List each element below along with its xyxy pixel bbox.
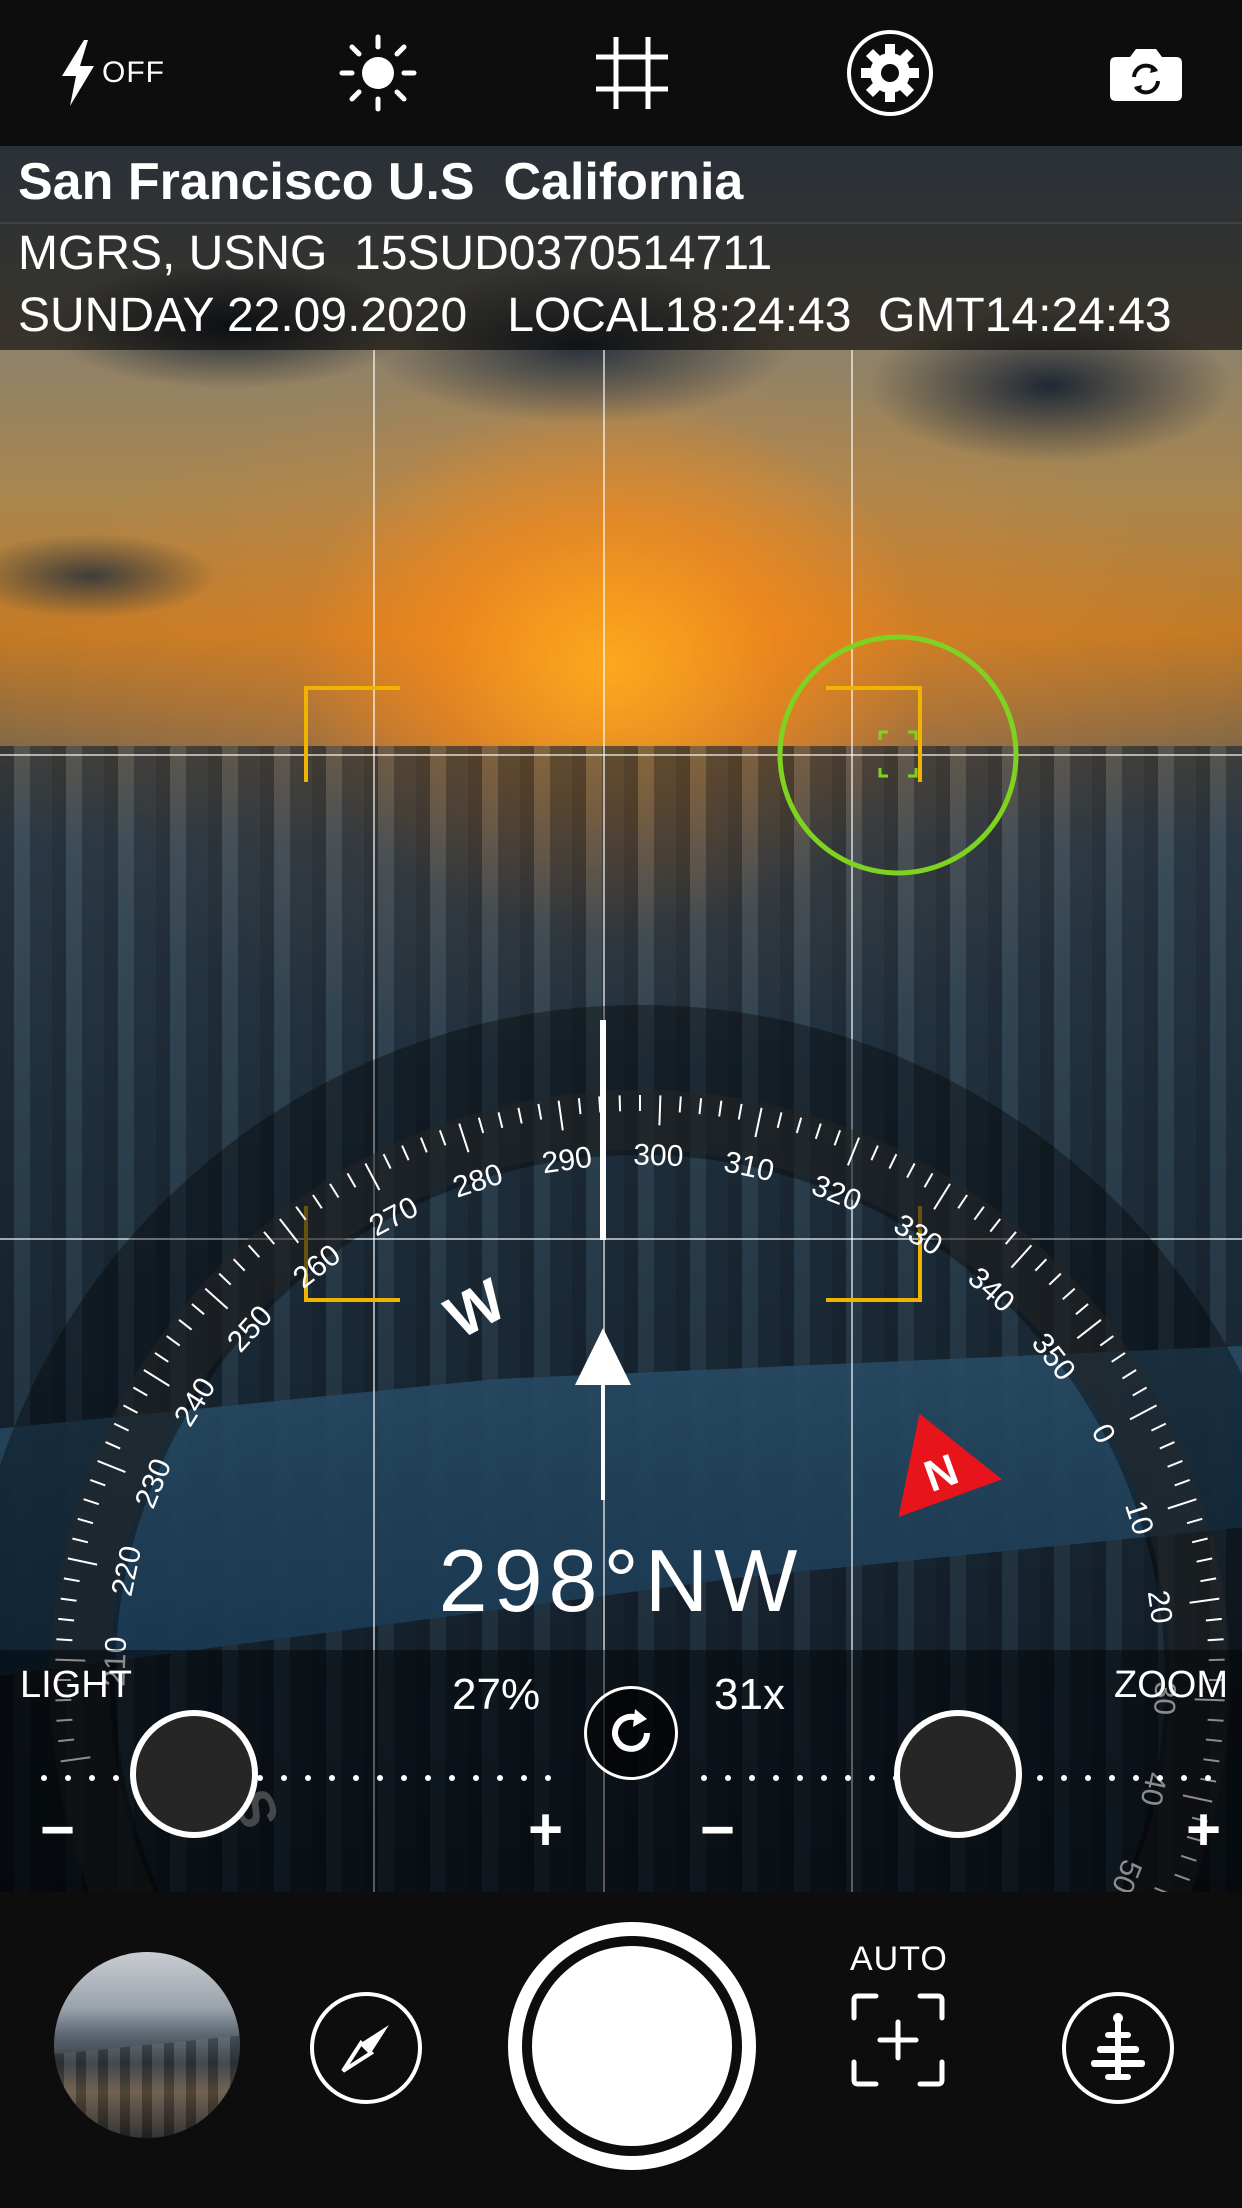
heading-pointer-icon bbox=[575, 1328, 631, 1385]
slider-dot bbox=[1109, 1775, 1115, 1781]
compass-tick bbox=[56, 1638, 73, 1642]
slider-dot bbox=[473, 1775, 479, 1781]
slider-dot bbox=[353, 1775, 359, 1781]
light-label: LIGHT bbox=[20, 1664, 132, 1706]
slider-dot bbox=[545, 1775, 551, 1781]
slider-dot bbox=[401, 1775, 407, 1781]
slider-dot bbox=[41, 1775, 47, 1781]
focus-ring bbox=[777, 634, 1019, 876]
light-plus[interactable]: + bbox=[528, 1800, 563, 1860]
zoom-value: 31x bbox=[714, 1670, 785, 1719]
compass-tick bbox=[658, 1095, 662, 1126]
compass-toggle-button[interactable] bbox=[310, 1992, 422, 2104]
compass-tick bbox=[1207, 1638, 1224, 1642]
slider-dot bbox=[377, 1775, 383, 1781]
light-minus[interactable]: − bbox=[40, 1800, 75, 1860]
level-button[interactable] bbox=[1062, 1992, 1174, 2104]
bottom-toolbar: AUTO bbox=[0, 1892, 1242, 2208]
compass-tick bbox=[678, 1096, 682, 1113]
slider-dot bbox=[1037, 1775, 1043, 1781]
auto-focus-label: AUTO bbox=[850, 1940, 948, 1978]
west-label: W bbox=[435, 1266, 517, 1352]
shutter-button[interactable] bbox=[508, 1922, 756, 2170]
heading-direction: °NW bbox=[603, 1531, 804, 1630]
reset-icon bbox=[612, 1709, 650, 1752]
north-marker-icon: N bbox=[898, 1413, 1002, 1518]
compass-needle-icon bbox=[341, 2025, 389, 2073]
slider-dot bbox=[701, 1775, 707, 1781]
zoom-plus[interactable]: + bbox=[1186, 1800, 1221, 1860]
slider-dot bbox=[281, 1775, 287, 1781]
slider-dot bbox=[749, 1775, 755, 1781]
slider-dot bbox=[497, 1775, 503, 1781]
slider-dot bbox=[1205, 1775, 1211, 1781]
auto-focus-button[interactable] bbox=[850, 1992, 946, 2088]
zoom-label: ZOOM bbox=[1114, 1664, 1228, 1706]
heading-readout: 298°NW bbox=[0, 1530, 1242, 1632]
slider-dot bbox=[1061, 1775, 1067, 1781]
slider-dot bbox=[425, 1775, 431, 1781]
light-slider-track bbox=[41, 1775, 551, 1781]
slider-dot bbox=[1181, 1775, 1187, 1781]
slider-dot bbox=[797, 1775, 803, 1781]
slider-dot bbox=[845, 1775, 851, 1781]
slider-dot bbox=[113, 1775, 119, 1781]
slider-dot bbox=[329, 1775, 335, 1781]
slider-dot bbox=[89, 1775, 95, 1781]
slider-dot bbox=[305, 1775, 311, 1781]
shutter-ring bbox=[522, 1936, 742, 2156]
reset-button[interactable] bbox=[584, 1686, 678, 1780]
slider-dot bbox=[449, 1775, 455, 1781]
zoom-minus[interactable]: − bbox=[700, 1800, 735, 1860]
spirit-level-icon bbox=[1091, 2013, 1145, 2080]
compass-tick bbox=[618, 1095, 622, 1112]
slider-dot bbox=[869, 1775, 875, 1781]
slider-panel: LIGHT 27% 31x ZOOM − + − + bbox=[0, 1650, 1242, 1892]
slider-dot bbox=[821, 1775, 827, 1781]
zoom-slider-knob[interactable] bbox=[894, 1710, 1022, 1838]
focus-frame-icon bbox=[851, 1993, 945, 2087]
slider-dot bbox=[773, 1775, 779, 1781]
shutter-core bbox=[532, 1946, 732, 2146]
light-value: 27% bbox=[452, 1670, 541, 1719]
light-slider-knob[interactable] bbox=[130, 1710, 258, 1838]
compass-tick-label: 300 bbox=[633, 1138, 684, 1173]
slider-dot bbox=[1085, 1775, 1091, 1781]
slider-dot bbox=[1133, 1775, 1139, 1781]
compass-tick-label: 290 bbox=[540, 1141, 594, 1181]
slider-dot bbox=[1157, 1775, 1163, 1781]
slider-dot bbox=[725, 1775, 731, 1781]
slider-dot bbox=[65, 1775, 71, 1781]
gallery-thumbnail[interactable] bbox=[54, 1952, 240, 2138]
slider-dot bbox=[521, 1775, 527, 1781]
heading-value: 298 bbox=[438, 1531, 604, 1630]
